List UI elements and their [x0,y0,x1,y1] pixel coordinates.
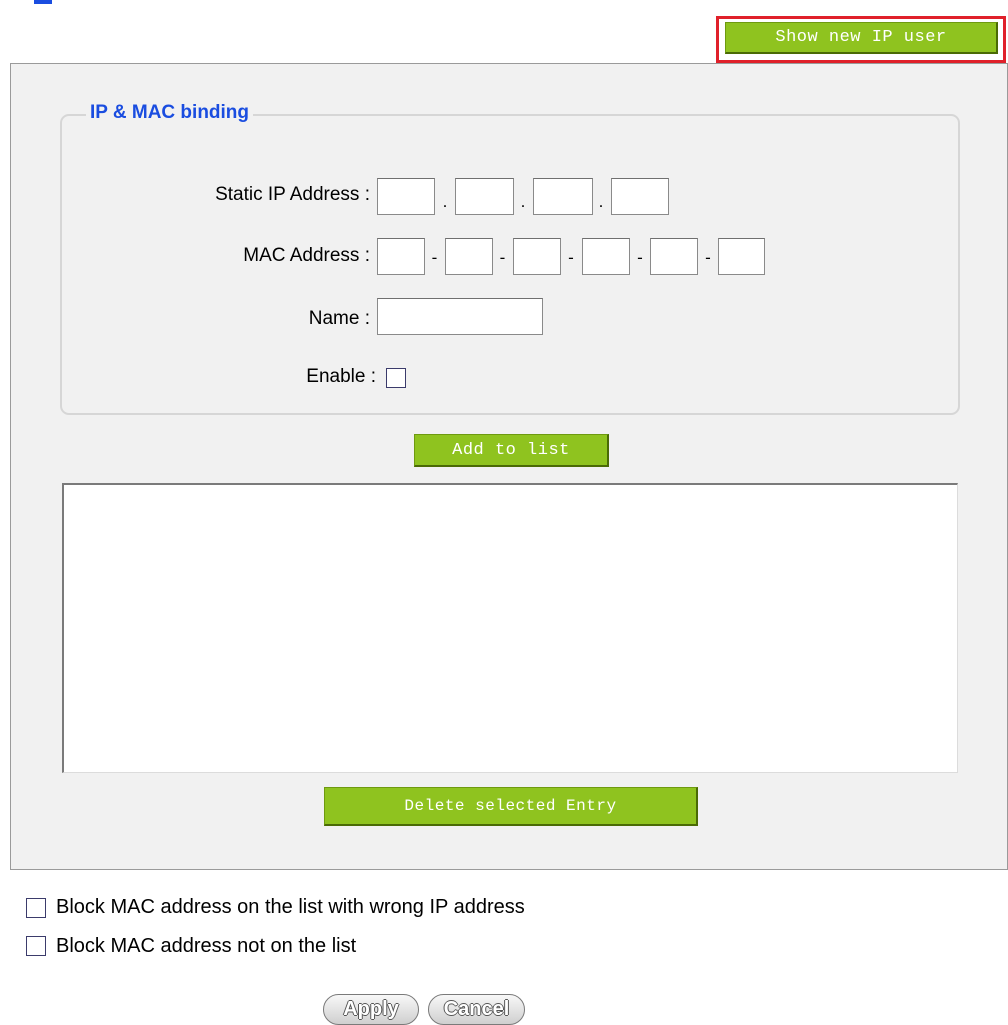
static-ip-octet-3[interactable] [533,178,593,215]
mac-separator: - [568,248,574,267]
enable-label: Enable : [306,366,376,387]
mac-octet-6[interactable] [718,238,765,275]
mac-separator: - [705,248,711,267]
mac-octet-2[interactable] [445,238,493,275]
cancel-button[interactable]: Cancel [428,994,525,1025]
mac-address-label: MAC Address : [243,245,370,266]
ip-separator: . [598,192,604,211]
mac-octet-1[interactable] [377,238,425,275]
ip-separator: . [520,192,526,211]
static-ip-label: Static IP Address : [215,184,370,205]
mac-octet-4[interactable] [582,238,630,275]
block-wrong-ip-label: Block MAC address on the list with wrong… [56,896,525,918]
static-ip-octet-1[interactable] [377,178,435,215]
page-header-icon [34,0,52,4]
ip-mac-binding-legend: IP & MAC binding [86,102,254,124]
delete-selected-entry-button[interactable]: Delete selected Entry [324,787,698,826]
apply-button[interactable]: Apply [323,994,419,1025]
mac-separator: - [431,248,438,267]
mac-octet-5[interactable] [650,238,698,275]
block-not-on-list-label: Block MAC address not on the list [56,935,357,957]
static-ip-octet-2[interactable] [455,178,514,215]
name-input[interactable] [377,298,543,335]
static-ip-octet-4[interactable] [611,178,669,215]
binding-list[interactable] [62,483,958,773]
name-label: Name : [308,308,370,329]
enable-checkbox[interactable] [386,368,406,388]
block-wrong-ip-checkbox[interactable] [26,898,46,918]
add-to-list-button[interactable]: Add to list [414,434,609,467]
ip-separator: . [442,192,448,211]
mac-separator: - [637,248,643,267]
show-new-ip-user-button[interactable]: Show new IP user [725,22,998,54]
mac-octet-3[interactable] [513,238,561,275]
mac-separator: - [499,248,506,267]
block-not-on-list-checkbox[interactable] [26,936,46,956]
